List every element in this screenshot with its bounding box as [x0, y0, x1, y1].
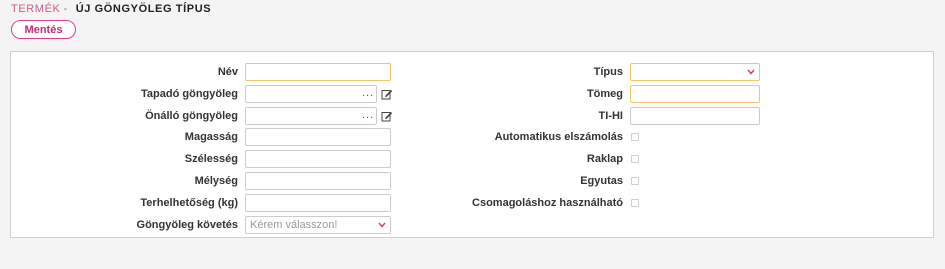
pallet-label: Raklap: [586, 153, 623, 165]
load-capacity-label: Terhelhetőség (kg): [140, 197, 238, 209]
form-panel: Név Tapadó göngyöleg ... Önálló göngyöle…: [10, 51, 934, 238]
breadcrumb: TERMÉK - ÚJ GÖNGYÖLEG TÍPUS: [11, 3, 211, 17]
breadcrumb-parent[interactable]: TERMÉK: [11, 3, 60, 15]
type-select[interactable]: [630, 63, 760, 81]
page-title: ÚJ GÖNGYÖLEG TÍPUS: [75, 3, 212, 15]
type-label: Típus: [593, 66, 623, 78]
load-capacity-input[interactable]: [245, 194, 391, 212]
tracking-select-value: Kérem válasszon!: [250, 219, 338, 231]
tihi-input[interactable]: [630, 107, 760, 125]
tracking-select[interactable]: Kérem válasszon!: [245, 216, 391, 234]
standalone-package-label: Önálló göngyöleg: [145, 110, 238, 122]
edit-icon[interactable]: [381, 88, 393, 100]
standalone-package-browse-button[interactable]: ...: [362, 107, 374, 125]
name-label: Név: [217, 66, 238, 78]
weight-label: Tömeg: [586, 88, 623, 100]
packaging-usable-label: Csomagoláshoz használható: [472, 197, 623, 209]
weight-input[interactable]: [630, 85, 760, 103]
depth-input[interactable]: [245, 172, 391, 190]
one-way-label: Egyutas: [580, 175, 623, 187]
attached-package-label: Tapadó göngyöleg: [141, 88, 238, 100]
breadcrumb-separator: -: [63, 3, 68, 15]
width-input[interactable]: [245, 150, 391, 168]
edit-icon[interactable]: [381, 110, 393, 122]
standalone-package-input[interactable]: [245, 107, 377, 125]
auto-settlement-label: Automatikus elszámolás: [494, 131, 623, 143]
save-button[interactable]: Mentés: [11, 20, 76, 39]
attached-package-input[interactable]: [245, 85, 377, 103]
auto-settlement-checkbox[interactable]: [631, 133, 639, 141]
packaging-usable-checkbox[interactable]: [631, 199, 639, 207]
height-label: Magasság: [184, 131, 238, 143]
attached-package-browse-button[interactable]: ...: [362, 85, 374, 103]
depth-label: Mélység: [194, 175, 238, 187]
chevron-down-icon: [378, 222, 386, 228]
one-way-checkbox[interactable]: [631, 177, 639, 185]
tracking-label: Göngyöleg követés: [136, 219, 238, 231]
pallet-checkbox[interactable]: [631, 155, 639, 163]
name-input[interactable]: [245, 63, 391, 81]
width-label: Szélesség: [184, 153, 238, 165]
tihi-label: TI-HI: [598, 110, 623, 122]
height-input[interactable]: [245, 128, 391, 146]
chevron-down-icon: [747, 69, 755, 75]
